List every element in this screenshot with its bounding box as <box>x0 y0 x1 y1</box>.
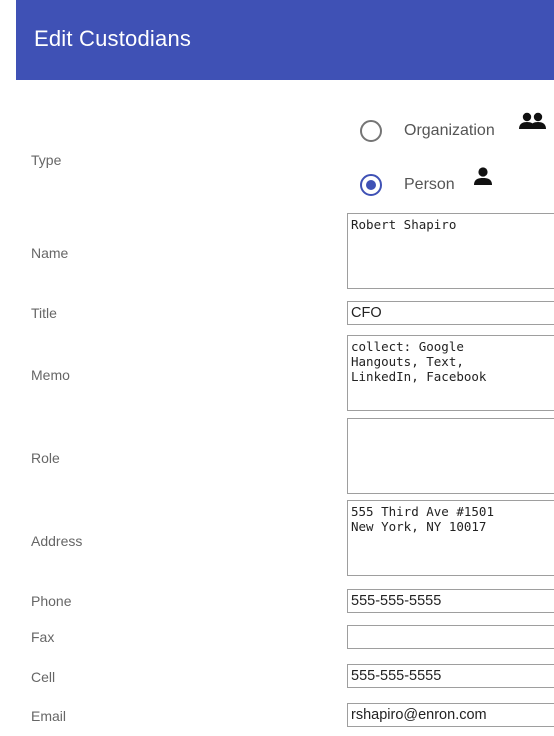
email-label: Email <box>31 708 67 724</box>
fax-label: Fax <box>31 629 55 645</box>
fax-field[interactable] <box>347 625 554 649</box>
memo-label: Memo <box>31 367 70 383</box>
dialog-title: Edit Custodians <box>34 26 192 51</box>
radio-person-label: Person <box>404 176 455 193</box>
dialog-header: Edit Custodians <box>16 0 554 80</box>
title-field[interactable] <box>347 301 554 325</box>
title-label: Title <box>31 305 57 321</box>
person-icon <box>472 166 494 188</box>
role-field[interactable] <box>347 418 554 494</box>
cell-field[interactable] <box>347 664 554 688</box>
phone-field[interactable] <box>347 589 554 613</box>
radio-person-circle[interactable] <box>360 174 382 196</box>
address-label: Address <box>31 533 83 549</box>
type-label: Type <box>31 152 62 168</box>
radio-organization-label: Organization <box>404 122 495 139</box>
radio-organization-circle[interactable] <box>360 120 382 142</box>
name-label: Name <box>31 245 69 261</box>
name-field[interactable]: Robert Shapiro <box>347 213 554 289</box>
group-icon <box>518 112 548 134</box>
phone-label: Phone <box>31 593 72 609</box>
memo-field[interactable]: collect: Google Hangouts, Text, LinkedIn… <box>347 335 554 411</box>
role-label: Role <box>31 450 60 466</box>
address-field[interactable]: 555 Third Ave #1501 New York, NY 10017 <box>347 500 554 576</box>
email-field[interactable] <box>347 703 554 727</box>
cell-label: Cell <box>31 669 56 685</box>
